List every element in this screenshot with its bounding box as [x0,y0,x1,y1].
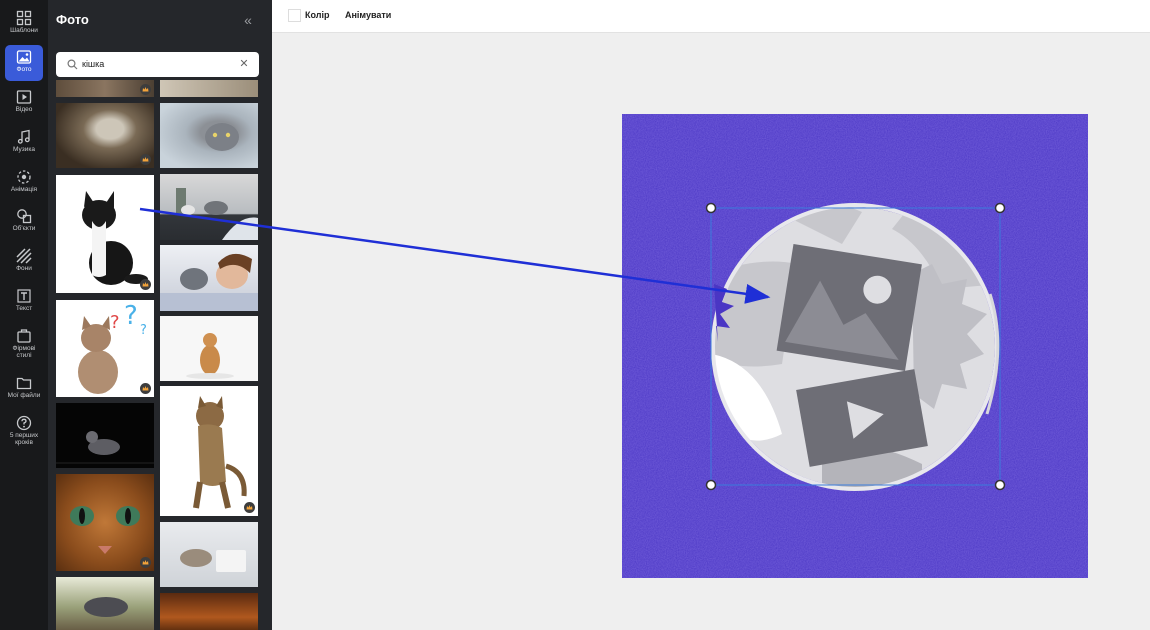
photo-thumbnail[interactable] [160,174,258,240]
ginger-cat-sitting-photo [186,333,234,379]
crown-icon [142,157,149,162]
svg-text:?: ? [124,301,138,331]
color-button[interactable]: Колір [305,10,329,20]
rail-item-video[interactable]: Відео [5,85,43,121]
animation-icon [17,170,31,184]
photo-thumbnail[interactable] [160,245,258,311]
rail-item-backgrounds[interactable]: Фони [5,244,43,280]
svg-text:?: ? [110,312,120,333]
premium-badge [244,502,255,513]
premium-badge [140,279,151,290]
rail-item-text[interactable]: Текст [5,284,43,320]
rail-item-templates[interactable]: Шаблони [5,6,43,42]
photo-thumbnail[interactable] [160,522,258,587]
premium-badge [140,557,151,568]
photo-thumbnail[interactable] [160,103,258,168]
rail-label: Фони [16,265,32,272]
cat-with-question-marks-photo: ??? [78,301,147,394]
photo-thumbnail[interactable] [56,403,154,468]
clear-search-button[interactable]: ✕ [237,57,251,71]
animate-button[interactable]: Анімувати [345,10,391,20]
rail-label: Фірмові стилі [12,345,36,359]
woman-with-cat-photo [160,253,258,311]
photo-thumbnail[interactable] [160,386,258,516]
photo-thumbnail[interactable] [160,80,258,97]
shapes-icon [17,209,32,224]
photo-thumbnail[interactable] [160,316,258,381]
question-icon [16,415,32,431]
crown-icon [142,386,149,391]
cat-face-closeup-photo [70,506,140,554]
double-chevron-left-icon: « [244,12,252,28]
photo-thumbnail[interactable] [160,593,258,630]
photo-panel: Фото « ✕ ??? [48,0,272,630]
photo-thumbnail[interactable] [56,175,154,293]
photo-thumbnail[interactable] [56,577,154,630]
left-rail: Шаблони Фото Відео Музика Анімація Об'єк… [0,0,48,630]
folder-icon [16,377,32,390]
photo-thumbnail[interactable] [56,103,154,168]
photo-thumbnail[interactable]: ??? [56,300,154,397]
rail-label: Мої файли [7,392,41,399]
panel-title: Фото [56,12,89,27]
cat-on-chair-photo [84,597,128,617]
premium-badge [140,84,151,95]
rail-item-my-files[interactable]: Мої файли [5,371,43,407]
play-icon [16,90,32,104]
grid-icon [16,10,32,26]
canvas-content [622,114,1088,578]
text-icon [17,289,31,303]
crown-icon [142,282,149,287]
rail-label: Музика [13,146,35,153]
cats-by-window-photo [176,188,258,240]
rail-label: 5 перших кроків [9,432,39,446]
cat-sleeping-on-bed-photo [180,549,246,572]
rail-item-first-steps[interactable]: 5 перших кроків [5,411,43,451]
tabby-cat-standing-photo [193,396,247,509]
stripes-icon [16,248,32,264]
rail-label: Об'єкти [12,225,36,232]
rail-item-animation[interactable]: Анімація [5,165,43,201]
brand-kit-icon [17,329,31,343]
svg-text:?: ? [140,323,147,338]
premium-badge [140,383,151,394]
image-icon [16,50,32,64]
collapse-panel-button[interactable]: « [241,13,255,27]
photo-thumbnail[interactable] [56,474,154,571]
search-box: ✕ [56,52,259,77]
close-icon: ✕ [239,58,249,70]
top-toolbar: Колір Анімувати [272,0,1150,33]
cat-on-black-photo [56,431,154,464]
rail-label: Шаблони [10,27,38,34]
grey-cat-on-blanket-photo [205,123,239,151]
rail-label: Відео [15,106,33,113]
rail-item-objects[interactable]: Об'єкти [5,204,43,240]
design-canvas[interactable] [622,114,1088,578]
music-note-icon [17,129,30,144]
rail-item-photo[interactable]: Фото [5,45,43,81]
search-icon [67,59,78,70]
cat-photo [82,191,148,285]
rail-label: Текст [15,305,33,312]
photo-thumbnail[interactable] [56,80,154,97]
premium-badge [140,154,151,165]
search-input[interactable] [82,55,232,73]
rail-item-music[interactable]: Музика [5,125,43,161]
rail-label: Фото [16,66,32,73]
crown-icon [142,87,149,92]
rail-label: Анімація [10,186,38,193]
crown-icon [246,505,253,510]
color-swatch-button[interactable] [288,9,301,22]
rail-item-brand-kit[interactable]: Фірмові стилі [5,324,43,364]
crown-icon [142,560,149,565]
